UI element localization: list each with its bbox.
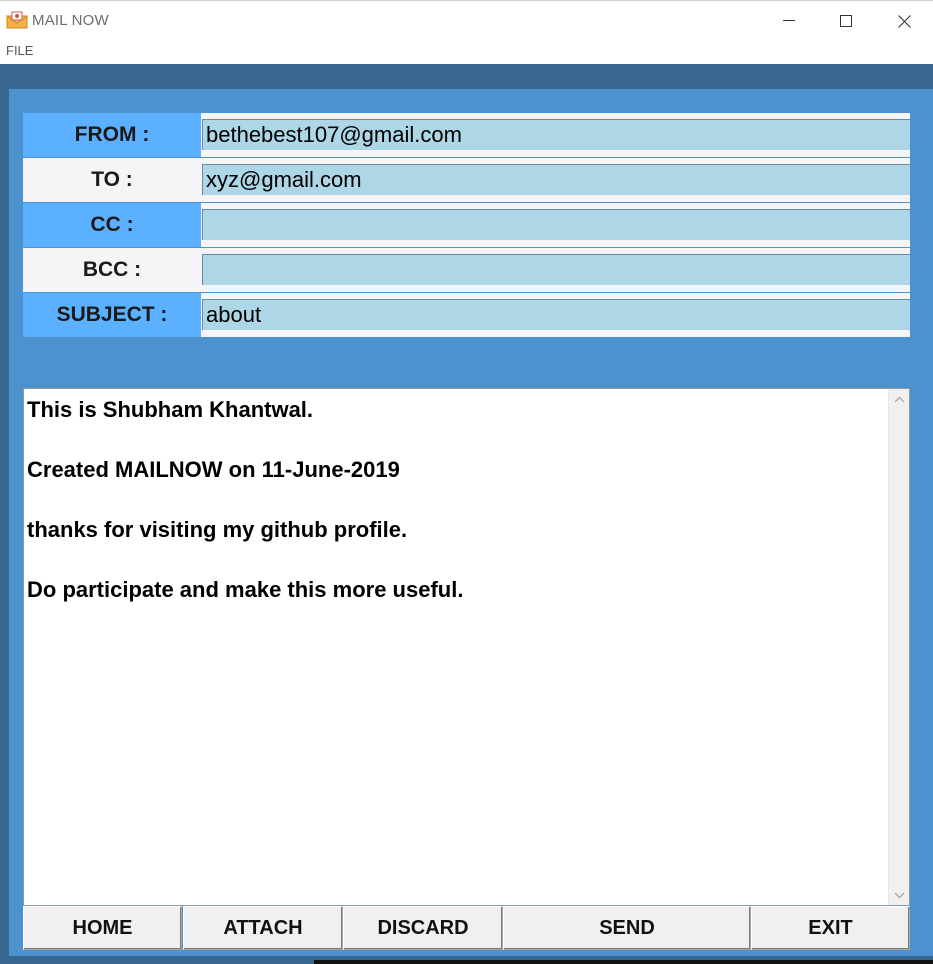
message-body[interactable]: This is Shubham Khantwal. Created MAILNO… <box>23 388 910 906</box>
maximize-button[interactable] <box>817 1 875 41</box>
subject-row: SUBJECT : <box>23 293 910 337</box>
cc-row: CC : <box>23 203 910 247</box>
attach-button[interactable]: ATTACH <box>183 906 343 950</box>
from-row: FROM : <box>23 113 910 157</box>
bcc-row: BCC : <box>23 248 910 292</box>
window-title: MAIL NOW <box>32 12 109 29</box>
bcc-label: BCC : <box>23 248 201 292</box>
home-button[interactable]: HOME <box>23 906 182 950</box>
subject-field[interactable] <box>202 299 910 330</box>
close-button[interactable] <box>875 1 933 41</box>
send-button[interactable]: SEND <box>503 906 751 950</box>
vertical-scrollbar[interactable] <box>888 389 909 905</box>
minimize-button[interactable] <box>760 1 818 41</box>
close-icon <box>897 14 911 28</box>
from-field[interactable] <box>202 119 910 150</box>
menu-file[interactable]: FILE <box>6 43 33 58</box>
to-row: TO : <box>23 158 910 202</box>
cc-field[interactable] <box>202 209 910 240</box>
subject-label: SUBJECT : <box>23 293 201 337</box>
exit-button[interactable]: EXIT <box>751 906 910 950</box>
cc-label: CC : <box>23 203 201 247</box>
body-line: thanks for visiting my github profile. <box>27 517 408 542</box>
chevron-up-icon[interactable] <box>894 394 905 406</box>
to-field[interactable] <box>202 164 910 195</box>
chevron-down-icon[interactable] <box>894 889 905 901</box>
title-bar: MAIL NOW <box>0 0 933 40</box>
minimize-icon <box>783 20 795 21</box>
to-label: TO : <box>23 158 201 202</box>
body-line: Do participate and make this more useful… <box>27 577 464 602</box>
bcc-field[interactable] <box>202 254 910 285</box>
menu-bar: FILE <box>0 40 933 64</box>
body-line: This is Shubham Khantwal. <box>27 397 314 422</box>
taskbar-edge <box>314 960 933 964</box>
maximize-icon <box>840 15 852 27</box>
discard-button[interactable]: DISCARD <box>343 906 503 950</box>
mail-envelope-icon <box>6 11 28 29</box>
from-label: FROM : <box>23 113 201 157</box>
button-bar: HOME ATTACH DISCARD SEND EXIT <box>23 906 910 950</box>
message-text[interactable]: This is Shubham Khantwal. Created MAILNO… <box>27 395 887 635</box>
body-line: Created MAILNOW on 11-June-2019 <box>27 457 400 482</box>
